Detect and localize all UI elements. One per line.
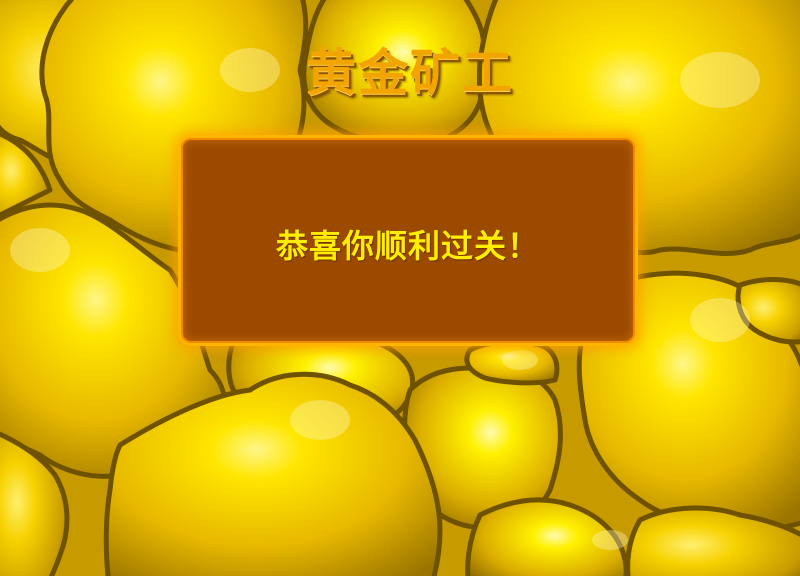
game-title: 黄金矿工 xyxy=(306,43,514,102)
level-complete-dialog: 恭喜你顺利过关！ xyxy=(181,138,635,343)
highlight xyxy=(690,298,750,342)
level-complete-message: 恭喜你顺利过关！ xyxy=(275,226,540,265)
highlight xyxy=(592,530,628,550)
highlight xyxy=(10,228,70,272)
highlight xyxy=(290,400,350,440)
highlight xyxy=(502,350,538,370)
game-screen: 黄金矿工 恭喜你顺利过关！ xyxy=(0,0,800,576)
